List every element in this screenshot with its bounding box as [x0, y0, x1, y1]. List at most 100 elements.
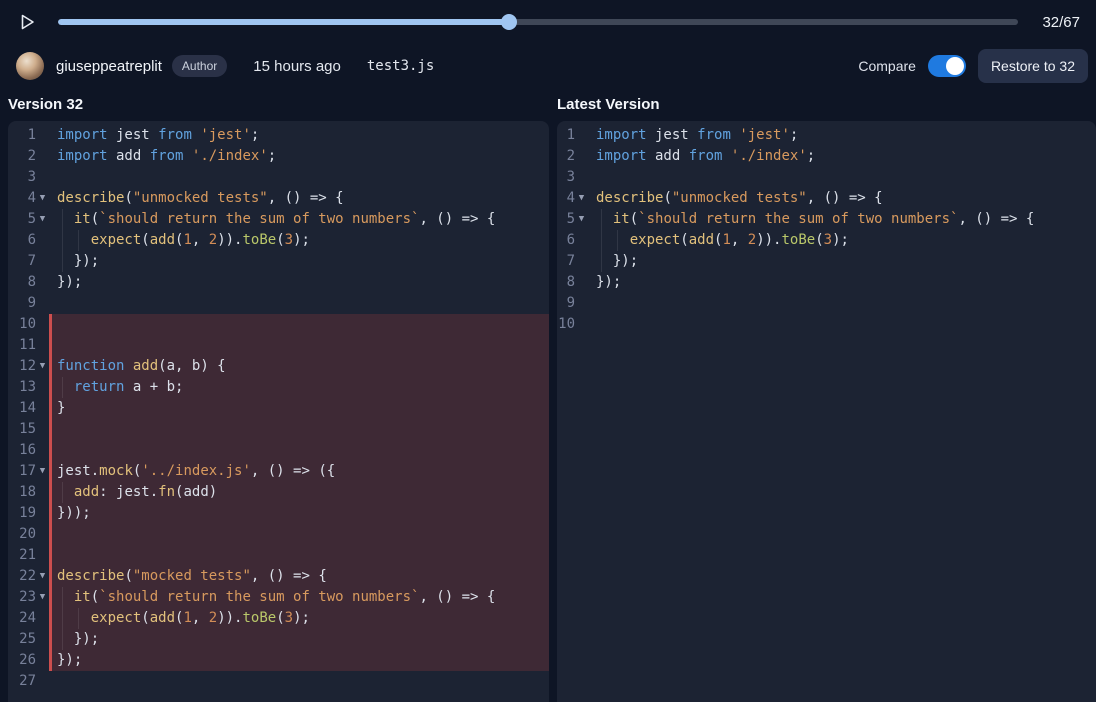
fold-gutter [36, 167, 49, 188]
line-number: 17 [8, 461, 36, 482]
fold-gutter [36, 314, 49, 335]
line-number: 10 [557, 314, 575, 335]
fold-gutter [36, 146, 49, 167]
code-row: 9 [8, 293, 549, 314]
code-line-removed [49, 314, 549, 335]
fold-arrow-icon[interactable]: ▼ [36, 188, 49, 209]
avatar[interactable] [16, 52, 44, 80]
code-line-removed [49, 524, 549, 545]
fold-arrow-icon[interactable]: ▼ [575, 209, 588, 230]
indent-guide [601, 209, 602, 230]
fold-arrow-icon[interactable]: ▼ [36, 587, 49, 608]
line-number: 4 [8, 188, 36, 209]
code-line-removed: })); [49, 503, 549, 524]
code-row: 18 add: jest.fn(add) [8, 482, 549, 503]
username: giuseppeatreplit [56, 58, 162, 75]
indent-guide [62, 209, 63, 230]
code-line [49, 671, 549, 692]
compare-toggle[interactable] [928, 55, 966, 77]
code-line [588, 167, 1096, 188]
fold-gutter [36, 608, 49, 629]
code-line [588, 293, 1096, 314]
fold-gutter [36, 251, 49, 272]
diff-columns: Version 32 1import jest from 'jest';2imp… [0, 88, 1096, 702]
line-number: 6 [557, 230, 575, 251]
fold-arrow-icon[interactable]: ▼ [36, 566, 49, 587]
code-row: 9 [557, 293, 1096, 314]
code-line: import jest from 'jest'; [588, 125, 1096, 146]
code-line-removed: } [49, 398, 549, 419]
fold-gutter [575, 272, 588, 293]
indent-guide [601, 251, 602, 272]
line-number: 14 [8, 398, 36, 419]
line-number: 7 [8, 251, 36, 272]
code-line-removed: add: jest.fn(add) [49, 482, 549, 503]
code-row: 26}); [8, 650, 549, 671]
fold-gutter [36, 671, 49, 692]
line-number: 1 [8, 125, 36, 146]
code-line: expect(add(1, 2)).toBe(3); [49, 230, 549, 251]
code-row: 22▼describe("mocked tests", () => { [8, 566, 549, 587]
fold-gutter [36, 524, 49, 545]
panel-latest-version: Latest Version 1import jest from 'jest';… [557, 88, 1096, 702]
code-line-removed [49, 419, 549, 440]
code-editor-version-32[interactable]: 1import jest from 'jest';2import add fro… [8, 121, 549, 702]
timestamp: 15 hours ago [253, 58, 341, 75]
code-line-removed: }); [49, 629, 549, 650]
line-number: 12 [8, 356, 36, 377]
fold-arrow-icon[interactable]: ▼ [36, 356, 49, 377]
code-line-removed: describe("mocked tests", () => { [49, 566, 549, 587]
code-line-removed [49, 440, 549, 461]
restore-button[interactable]: Restore to 32 [978, 49, 1088, 83]
code-line: it(`should return the sum of two numbers… [588, 209, 1096, 230]
code-row: 21 [8, 545, 549, 566]
slider-track[interactable] [58, 19, 1018, 25]
code-line: }); [588, 251, 1096, 272]
fold-arrow-icon[interactable]: ▼ [36, 461, 49, 482]
fold-gutter [36, 125, 49, 146]
version-slider[interactable] [58, 14, 1018, 30]
fold-arrow-icon[interactable]: ▼ [36, 209, 49, 230]
line-number: 27 [8, 671, 36, 692]
code-line: describe("unmocked tests", () => { [588, 188, 1096, 209]
line-number: 6 [8, 230, 36, 251]
slider-thumb[interactable] [501, 14, 517, 30]
play-icon [17, 12, 37, 32]
code-row: 13 return a + b; [8, 377, 549, 398]
code-row: 12▼function add(a, b) { [8, 356, 549, 377]
indent-guide [62, 608, 63, 629]
fold-gutter [36, 293, 49, 314]
code-line: import jest from 'jest'; [49, 125, 549, 146]
fold-gutter [575, 146, 588, 167]
fold-gutter [36, 503, 49, 524]
code-row: 19})); [8, 503, 549, 524]
code-row: 4▼describe("unmocked tests", () => { [8, 188, 549, 209]
code-row: 8}); [8, 272, 549, 293]
fold-gutter [36, 545, 49, 566]
code-row: 5▼ it(`should return the sum of two numb… [8, 209, 549, 230]
code-row: 3 [557, 167, 1096, 188]
line-number: 25 [8, 629, 36, 650]
code-row: 7 }); [8, 251, 549, 272]
line-number: 21 [8, 545, 36, 566]
fold-gutter [575, 293, 588, 314]
fold-gutter [36, 440, 49, 461]
line-number: 20 [8, 524, 36, 545]
fold-arrow-icon[interactable]: ▼ [575, 188, 588, 209]
code-row: 2import add from './index'; [557, 146, 1096, 167]
fold-gutter [575, 251, 588, 272]
line-number: 4 [557, 188, 575, 209]
line-number: 3 [557, 167, 575, 188]
code-row: 25 }); [8, 629, 549, 650]
indent-guide [78, 608, 79, 629]
code-editor-latest[interactable]: 1import jest from 'jest';2import add fro… [557, 121, 1096, 702]
play-button[interactable] [14, 9, 40, 35]
fold-gutter [575, 125, 588, 146]
code-row: 15 [8, 419, 549, 440]
indent-guide [62, 377, 63, 398]
fold-gutter [36, 650, 49, 671]
code-row: 14} [8, 398, 549, 419]
code-line-removed: it(`should return the sum of two numbers… [49, 587, 549, 608]
filename[interactable]: test3.js [367, 58, 434, 74]
fold-gutter [575, 230, 588, 251]
